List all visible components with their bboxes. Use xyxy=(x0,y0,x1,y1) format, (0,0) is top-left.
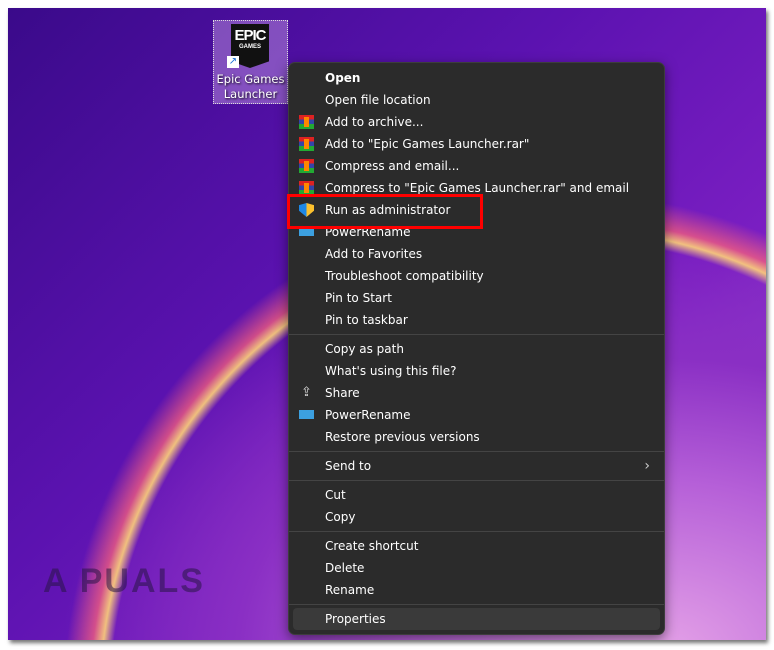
appuals-watermark: A PUALS xyxy=(43,562,205,600)
menu-item-open-file-location[interactable]: Open file location xyxy=(293,89,660,111)
menu-item-open[interactable]: Open xyxy=(293,67,660,89)
menu-item-label: Send to xyxy=(325,459,372,473)
menu-item-copy-as-path[interactable]: Copy as path xyxy=(293,338,660,360)
menu-item-copy[interactable]: Copy xyxy=(293,506,660,528)
epic-games-launcher-shortcut[interactable]: EPIC GAMES ↗ Epic Games Launcher xyxy=(213,20,288,104)
menu-item-rename[interactable]: Rename xyxy=(293,579,660,601)
menu-separator xyxy=(289,531,664,532)
context-menu: Open Open file location Add to archive... A… xyxy=(288,62,665,635)
menu-item-send-to[interactable]: Send to › xyxy=(293,455,660,477)
winrar-icon xyxy=(299,159,314,173)
menu-item-label: Troubleshoot compatibility xyxy=(325,269,484,283)
menu-separator xyxy=(289,604,664,605)
winrar-icon xyxy=(299,115,314,129)
menu-item-delete[interactable]: Delete xyxy=(293,557,660,579)
share-icon: ⇪ xyxy=(301,385,312,400)
menu-item-pin-to-taskbar[interactable]: Pin to taskbar xyxy=(293,309,660,331)
menu-item-troubleshoot-compatibility[interactable]: Troubleshoot compatibility xyxy=(293,265,660,287)
menu-item-label: Copy as path xyxy=(325,342,404,356)
menu-item-label: Compress to "Epic Games Launcher.rar" an… xyxy=(325,181,630,195)
icon-label: Epic Games Launcher xyxy=(214,72,287,102)
powerrename-icon xyxy=(299,410,314,419)
logo-subtext: GAMES xyxy=(238,44,261,50)
menu-separator xyxy=(289,334,664,335)
menu-item-create-shortcut[interactable]: Create shortcut xyxy=(293,535,660,557)
menu-item-add-to-archive[interactable]: Add to archive... xyxy=(293,111,660,133)
menu-item-label: Create shortcut xyxy=(325,539,419,553)
menu-item-what-s-using-this-file[interactable]: What's using this file? xyxy=(293,360,660,382)
menu-item-cut[interactable]: Cut xyxy=(293,484,660,506)
desktop: A PUALS EPIC GAMES ↗ Epic Games Launcher… xyxy=(8,8,766,640)
winrar-icon xyxy=(299,181,314,195)
menu-item-add-to-favorites[interactable]: Add to Favorites xyxy=(293,243,660,265)
menu-item-share[interactable]: ⇪ Share xyxy=(293,382,660,404)
menu-item-label: Restore previous versions xyxy=(325,430,480,444)
logo-text: EPIC xyxy=(234,27,266,44)
menu-item-label: Delete xyxy=(325,561,365,575)
winrar-icon xyxy=(299,137,314,151)
menu-separator xyxy=(289,480,664,481)
menu-item-label: Compress and email... xyxy=(325,159,460,173)
menu-item-label: PowerRename xyxy=(325,408,411,422)
menu-item-label: Rename xyxy=(325,583,375,597)
menu-item-label: Properties xyxy=(325,612,386,626)
menu-item-label: What's using this file? xyxy=(325,364,457,378)
menu-item-properties[interactable]: Properties xyxy=(293,608,660,630)
shortcut-arrow-icon: ↗ xyxy=(227,56,239,68)
menu-item-label: Pin to Start xyxy=(325,291,392,305)
icon-label-line1: Epic Games xyxy=(216,72,285,86)
chevron-right-icon: › xyxy=(644,458,650,474)
menu-item-label: Add to Favorites xyxy=(325,247,423,261)
menu-item-compress-and-email[interactable]: Compress and email... xyxy=(293,155,660,177)
menu-item-label: Share xyxy=(325,386,360,400)
menu-item-powerrename[interactable]: PowerRename xyxy=(293,404,660,426)
highlight-box xyxy=(287,194,483,229)
menu-separator xyxy=(289,451,664,452)
menu-item-label: Open file location xyxy=(325,93,431,107)
menu-item-label: Cut xyxy=(325,488,346,502)
menu-item-label: Add to archive... xyxy=(325,115,424,129)
menu-item-add-to-epic-games-launcher-rar[interactable]: Add to "Epic Games Launcher.rar" xyxy=(293,133,660,155)
icon-label-line2: Launcher xyxy=(223,87,278,101)
menu-item-label: Add to "Epic Games Launcher.rar" xyxy=(325,137,530,151)
menu-item-pin-to-start[interactable]: Pin to Start xyxy=(293,287,660,309)
menu-item-label: Pin to taskbar xyxy=(325,313,408,327)
menu-item-label: Copy xyxy=(325,510,356,524)
menu-item-restore-previous-versions[interactable]: Restore previous versions xyxy=(293,426,660,448)
menu-item-label: Open xyxy=(325,71,361,85)
